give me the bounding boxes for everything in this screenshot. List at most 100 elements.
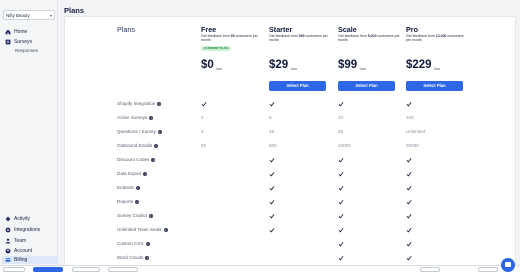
checkmark-icon — [338, 171, 344, 177]
feature-value: 30000 — [406, 143, 419, 148]
checkmark-icon — [406, 213, 412, 219]
feature-label: Active Surveys i — [117, 115, 154, 120]
feature-label-text: Embeds — [117, 185, 134, 190]
team-icon — [5, 238, 11, 244]
checkmark-icon — [269, 185, 275, 191]
bottom-primary-control[interactable] — [33, 267, 63, 272]
plan-name-pro: Pro — [406, 25, 418, 34]
sidebar-item-label: Account — [14, 247, 33, 254]
sidebar-item-activity[interactable]: Activity — [5, 215, 55, 222]
checkmark-icon — [269, 227, 275, 233]
sidebar-item-home[interactable]: Home — [5, 28, 55, 35]
info-icon[interactable]: i — [143, 171, 148, 176]
checkmark-icon — [406, 101, 412, 107]
integrations-icon — [5, 227, 11, 233]
feature-value: 50 — [201, 143, 207, 148]
billing-icon — [5, 257, 11, 263]
checkmark-icon — [269, 101, 275, 107]
chat-icon — [505, 262, 511, 267]
sidebar-item-label: Activity — [14, 215, 30, 222]
info-icon[interactable]: i — [135, 185, 140, 190]
plan-name-scale: Scale — [338, 25, 357, 34]
info-icon[interactable]: i — [148, 213, 153, 218]
feature-value: 10 — [338, 115, 344, 120]
info-icon[interactable]: i — [157, 101, 162, 106]
bottom-bar — [0, 265, 520, 272]
sidebar-item-label: Billing — [14, 257, 28, 263]
plan-desc-starter: Get feedback from 500 customers per mont… — [269, 34, 328, 43]
select-plan-scale-button[interactable]: Select Plan — [338, 81, 395, 91]
sidebar-item-integrations[interactable]: Integrations — [5, 226, 55, 233]
checkmark-icon — [338, 185, 344, 191]
sidebar-item-label: Integrations — [14, 226, 41, 233]
feature-label: Discount Codes i — [117, 157, 156, 162]
sidebar-item-account[interactable]: Account — [5, 247, 55, 254]
sidebar-item-surveys[interactable]: Surveys — [5, 38, 55, 45]
checkmark-icon — [338, 213, 344, 219]
info-icon[interactable]: i — [145, 255, 150, 260]
checkmark-icon — [338, 199, 344, 205]
info-icon[interactable]: i — [163, 227, 168, 232]
feature-value: 5 — [269, 115, 272, 120]
per-month-label: /mo — [216, 67, 222, 71]
info-icon[interactable]: i — [135, 199, 140, 204]
info-icon[interactable]: i — [145, 241, 150, 246]
page-title: Plans — [64, 6, 85, 15]
sidebar-item-responses[interactable]: Responses — [15, 48, 38, 53]
bottom-control[interactable] — [3, 267, 25, 272]
bottom-control[interactable] — [108, 267, 138, 272]
feature-label-text: Active Surveys — [117, 115, 148, 120]
feature-label: Unlimited Team Seats i — [117, 227, 168, 232]
checkmark-icon — [338, 255, 344, 261]
sidebar-item-billing[interactable]: Billing — [2, 256, 58, 264]
price-pro: $229 — [406, 59, 432, 71]
current-plan-badge: CURRENT PLAN — [201, 46, 231, 51]
price-scale: $99 — [338, 59, 358, 71]
feature-value: 15 — [269, 129, 275, 134]
feature-label-text: Unlimited Team Seats — [117, 227, 162, 232]
feature-label-text: Data Export — [117, 171, 142, 176]
store-selector[interactable]: Nifty Beauty ▾ — [3, 10, 55, 20]
per-month-label: /mo — [434, 67, 440, 71]
feature-label-text: Custom CSS — [117, 241, 144, 246]
feature-value: Unlimited — [406, 129, 426, 134]
feature-label: Custom CSS i — [117, 241, 150, 246]
info-icon[interactable]: i — [154, 143, 159, 148]
info-icon[interactable]: i — [157, 129, 162, 134]
account-icon — [5, 248, 11, 254]
feature-value: 10000 — [338, 143, 351, 148]
select-plan-starter-button[interactable]: Select Plan — [269, 81, 326, 91]
feature-value: 500 — [269, 143, 277, 148]
checkmark-icon — [406, 185, 412, 191]
chat-launcher-button[interactable] — [501, 258, 515, 272]
feature-value: 2 — [201, 115, 204, 120]
bottom-control[interactable] — [420, 267, 440, 272]
plan-name-starter: Starter — [269, 25, 293, 34]
info-icon[interactable]: i — [151, 157, 156, 162]
plan-name-free: Free — [201, 25, 217, 34]
per-month-label: /mo — [360, 67, 366, 71]
bottom-control[interactable] — [72, 267, 100, 272]
store-name: Nifty Beauty — [6, 13, 30, 18]
home-icon — [5, 29, 11, 35]
feature-label: Outbound Emails i — [117, 143, 159, 148]
plan-desc-pro: Get feedback from 12,000 customers per m… — [406, 34, 464, 43]
checkmark-icon — [201, 101, 207, 107]
sidebar-item-team[interactable]: Team — [5, 237, 55, 244]
select-plan-pro-button[interactable]: Select Plan — [406, 81, 463, 91]
info-icon[interactable]: i — [149, 115, 154, 120]
sidebar-item-label: Surveys — [14, 38, 33, 45]
feature-label: Shopify Integration i — [117, 101, 162, 106]
feature-label: Questions / Survey i — [117, 129, 162, 134]
checkmark-icon — [406, 241, 412, 247]
checkmark-icon — [406, 255, 412, 261]
checkmark-icon — [406, 171, 412, 177]
bottom-control[interactable] — [478, 267, 498, 272]
plans-heading: Plans — [117, 25, 135, 34]
feature-label-text: Questions / Survey — [117, 129, 156, 134]
checkmark-icon — [269, 199, 275, 205]
checkmark-icon — [269, 213, 275, 219]
feature-label: Embeds i — [117, 185, 140, 190]
price-starter: $29 — [269, 59, 289, 71]
feature-label-text: Shopify Integration — [117, 101, 156, 106]
